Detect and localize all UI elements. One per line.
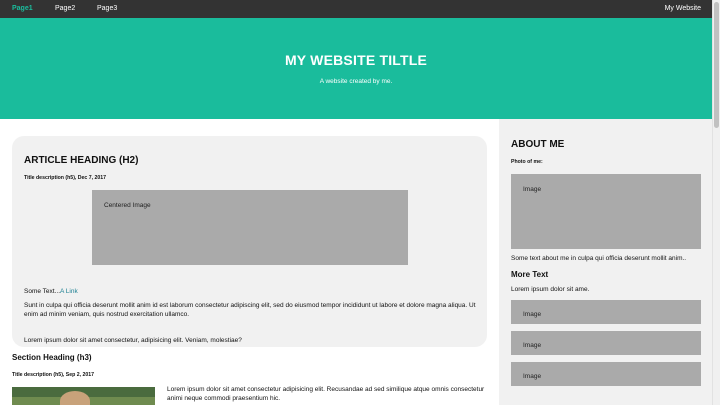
article-heading: ARTICLE HEADING (H2) [24,155,139,166]
sidebar: ABOUT ME Photo of me: Image Some text ab… [499,119,712,405]
more-text-heading: More Text [511,270,549,279]
article-card: ARTICLE HEADING (H2) Title description (… [12,136,487,347]
article-title-description: Title description (h5), Dec 7, 2017 [24,175,107,181]
main-column: ARTICLE HEADING (H2) Title description (… [0,119,499,405]
nav-link-page1[interactable]: Page1 [12,0,33,18]
site-title: MY WEBSITE TILTLE [284,52,428,68]
top-navbar: Page1 Page2 Page3 My Website [0,0,712,18]
section-photo [12,387,155,405]
section-title-description: Title description (h5), Sep 2, 2017 [12,372,95,378]
article-paragraph-2: Lorem ipsum dolor sit amet consectetur, … [24,337,242,344]
sidebar-image-label-1: Image [523,311,542,318]
sidebar-image-label-2: Image [523,342,542,349]
sidebar-image-placeholder-3: Image [511,362,701,386]
photo-label: Photo of me: [511,159,543,165]
sidebar-heading: ABOUT ME [511,139,565,150]
about-me-image-label: Image [523,186,542,193]
section-heading: Section Heading (h3) [12,353,92,362]
about-me-text: Some text about me in culpa qui officia … [511,255,687,262]
nav-link-page2[interactable]: Page2 [55,0,75,18]
article-paragraph-1: Sunt in culpa qui officia deserunt molli… [24,302,476,318]
more-text-paragraph: Lorem ipsum dolor sit ame. [511,286,590,293]
centered-image-label: Centered Image [104,202,151,209]
nav-link-page3[interactable]: Page3 [97,0,117,18]
vertical-scrollbar[interactable] [712,0,720,405]
site-header: MY WEBSITE TILTLE A website created by m… [0,18,712,119]
some-text: Some Text...A Link [24,288,78,295]
article-link[interactable]: A Link [60,288,78,295]
scrollbar-thumb[interactable] [714,2,719,128]
nav-link-my-website[interactable]: My Website [665,0,701,18]
about-me-image-placeholder: Image [511,174,701,249]
sidebar-image-placeholder-1: Image [511,300,701,324]
section-paragraph: Lorem ipsum dolor sit amet consectetur a… [167,386,485,402]
sidebar-image-placeholder-2: Image [511,331,701,355]
sidebar-image-label-3: Image [523,373,542,380]
centered-image-placeholder: Centered Image [92,190,408,265]
some-text-label: Some Text... [24,288,61,295]
site-subtitle: A website created by me. [319,78,393,85]
